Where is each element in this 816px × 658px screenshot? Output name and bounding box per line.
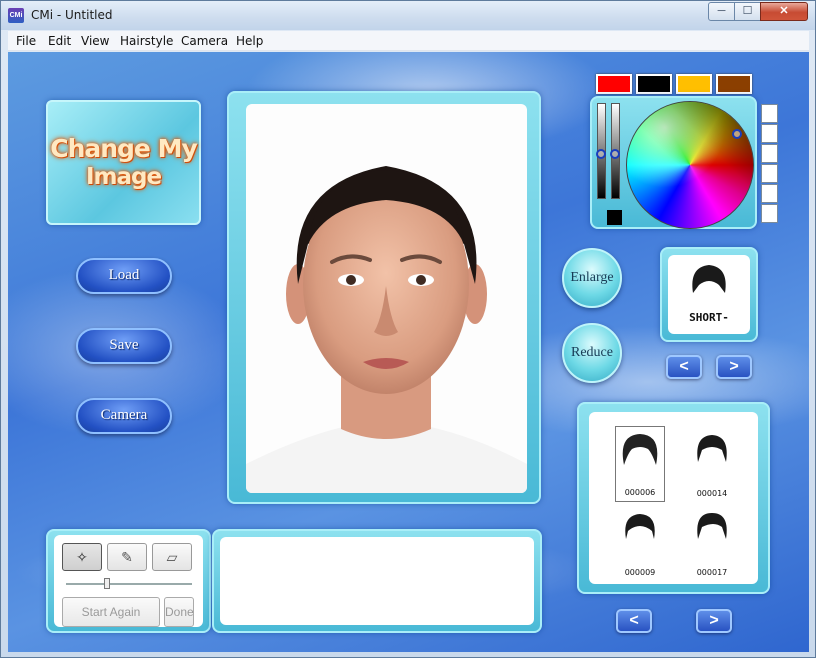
color-wheel-cursor[interactable]	[732, 129, 742, 139]
custom-color-slot-4[interactable]	[761, 164, 778, 183]
hairstyle-preview: SHORT-	[668, 255, 750, 334]
pencil-tool[interactable]: ✎	[107, 543, 147, 571]
camera-button[interactable]: Camera	[76, 398, 172, 434]
hairstyle-preview-name: SHORT-	[689, 311, 729, 324]
eraser-icon: ▱	[166, 549, 178, 565]
app-window: CMi CMi - Untitled ─ ☐ ✕ File Edit View …	[0, 0, 816, 658]
hairstyle-item[interactable]: 000014	[687, 426, 737, 502]
color-swatch-red[interactable]	[596, 74, 632, 94]
eraser-tool[interactable]: ▱	[152, 543, 192, 571]
color-swatch-black[interactable]	[636, 74, 672, 94]
hairstyle-item[interactable]: 000017	[687, 505, 737, 581]
hairstyle-thumb	[697, 435, 727, 462]
custom-color-slot-3[interactable]	[761, 144, 778, 163]
preview-next-button[interactable]: >	[716, 355, 752, 379]
load-button[interactable]: Load	[76, 258, 172, 294]
message-panel	[212, 529, 542, 633]
menu-edit[interactable]: Edit	[48, 34, 71, 48]
done-button[interactable]: Done	[164, 597, 194, 627]
custom-color-slot-5[interactable]	[761, 184, 778, 203]
logo-line2: Image	[85, 164, 162, 190]
save-button[interactable]: Save	[76, 328, 172, 364]
custom-color-slot-6[interactable]	[761, 204, 778, 223]
minimize-button[interactable]: ─	[708, 2, 735, 21]
hairstyle-preview-panel: SHORT-	[660, 247, 758, 342]
pencil-icon: ✎	[121, 549, 133, 565]
tools-panel: ✧ ✎ ▱ Start Again Done	[46, 529, 211, 633]
brightness-knob[interactable]	[596, 149, 606, 159]
reduce-button[interactable]: Reduce	[562, 323, 622, 383]
color-swatch-brown[interactable]	[716, 74, 752, 94]
hairstyle-item[interactable]: 000009	[615, 505, 665, 581]
hairstyle-grid: 000006 000014 000009 000017	[589, 412, 758, 584]
menu-hairstyle[interactable]: Hairstyle	[120, 34, 173, 48]
window-title: CMi - Untitled	[31, 8, 113, 22]
menu-bar: File Edit View Hairstyle Camera Help	[8, 31, 809, 51]
hairstyle-id: 000006	[624, 488, 656, 497]
menu-view[interactable]: View	[81, 34, 109, 48]
title-bar[interactable]: CMi CMi - Untitled ─ ☐ ✕	[1, 1, 815, 30]
custom-color-slot-1[interactable]	[761, 104, 778, 123]
brush-size-knob[interactable]	[104, 578, 110, 589]
face-illustration	[246, 166, 527, 493]
grid-prev-button[interactable]: <	[616, 609, 652, 633]
maximize-button[interactable]: ☐	[734, 2, 761, 21]
hairstyle-id: 000017	[696, 568, 728, 577]
magic-wand-tool[interactable]: ✧	[62, 543, 102, 571]
app-logo: Change My Image	[46, 100, 201, 225]
hairstyle-item[interactable]: 000006	[615, 426, 665, 502]
hairstyle-id: 000009	[624, 568, 656, 577]
menu-camera[interactable]: Camera	[181, 34, 228, 48]
preview-prev-button[interactable]: <	[666, 355, 702, 379]
close-button[interactable]: ✕	[760, 2, 808, 21]
custom-color-slot-2[interactable]	[761, 124, 778, 143]
color-swatch-yellow[interactable]	[676, 74, 712, 94]
hairstyle-thumb	[625, 514, 655, 539]
app-icon: CMi	[8, 8, 24, 23]
message-area	[220, 537, 534, 625]
wand-icon: ✧	[76, 549, 88, 565]
hairstyle-grid-panel: 000006 000014 000009 000017	[577, 402, 770, 594]
hairstyle-thumb	[697, 513, 727, 539]
workspace: Change My Image Load Save Camera Enlarge…	[8, 52, 809, 652]
face-photo[interactable]	[246, 104, 527, 493]
current-color	[607, 210, 622, 225]
hairstyle-thumb	[622, 434, 658, 465]
color-wheel-shade	[627, 102, 753, 228]
menu-help[interactable]: Help	[236, 34, 263, 48]
grid-next-button[interactable]: >	[696, 609, 732, 633]
color-picker-panel	[590, 96, 757, 229]
color-wheel[interactable]	[626, 101, 754, 229]
photo-panel	[227, 91, 541, 504]
logo-line1: Change My	[50, 134, 198, 163]
enlarge-button[interactable]: Enlarge	[562, 248, 622, 308]
hairstyle-id: 000014	[696, 489, 728, 498]
saturation-knob[interactable]	[610, 149, 620, 159]
brush-size-slider[interactable]	[66, 583, 192, 585]
start-again-button[interactable]: Start Again	[62, 597, 160, 627]
hairstyle-preview-image	[692, 265, 726, 293]
menu-file[interactable]: File	[16, 34, 36, 48]
